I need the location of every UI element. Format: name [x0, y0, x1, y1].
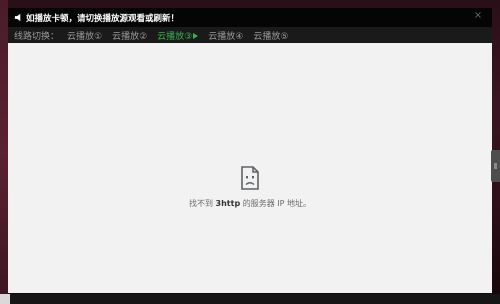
line-tab-1[interactable]: 云播放① — [67, 29, 102, 42]
error-page: 找不到 3http 的服务器 IP 地址。 — [8, 43, 492, 293]
video-player: 如播放卡顿，请切换播放源观看或刷新！ × 线路切换： 云播放① 云播放② 云播放… — [8, 8, 492, 293]
backdrop-left-edge — [0, 0, 8, 304]
line-tab-4[interactable]: 云播放④ — [208, 29, 243, 42]
notice: 如播放卡顿，请切换播放源观看或刷新！ — [14, 11, 179, 24]
line-tab-3[interactable]: 云播放③ — [157, 29, 199, 42]
notice-bar: 如播放卡顿，请切换播放源观看或刷新！ × — [8, 8, 492, 27]
side-scroll-handle[interactable] — [491, 150, 500, 182]
notice-text: 如播放卡顿，请切换播放源观看或刷新！ — [26, 13, 180, 24]
line-tab-2[interactable]: 云播放② — [112, 29, 147, 42]
play-icon — [193, 33, 199, 39]
line-switch-bar: 线路切换： 云播放① 云播放② 云播放③ 云播放④ 云播放⑤ — [8, 27, 492, 43]
line-switch-label: 线路切换： — [14, 31, 60, 42]
error-text: 找不到 3http 的服务器 IP 地址。 — [189, 199, 311, 208]
speaker-icon — [14, 13, 21, 22]
error-host: 3http — [215, 199, 241, 208]
line-tab-5[interactable]: 云播放⑤ — [253, 29, 288, 42]
error-message-block: 找不到 3http 的服务器 IP 地址。 — [8, 166, 492, 209]
bottom-left-chip — [0, 294, 10, 304]
sad-page-icon — [241, 166, 259, 190]
close-icon[interactable]: × — [472, 10, 484, 22]
bottom-strip — [0, 294, 500, 304]
